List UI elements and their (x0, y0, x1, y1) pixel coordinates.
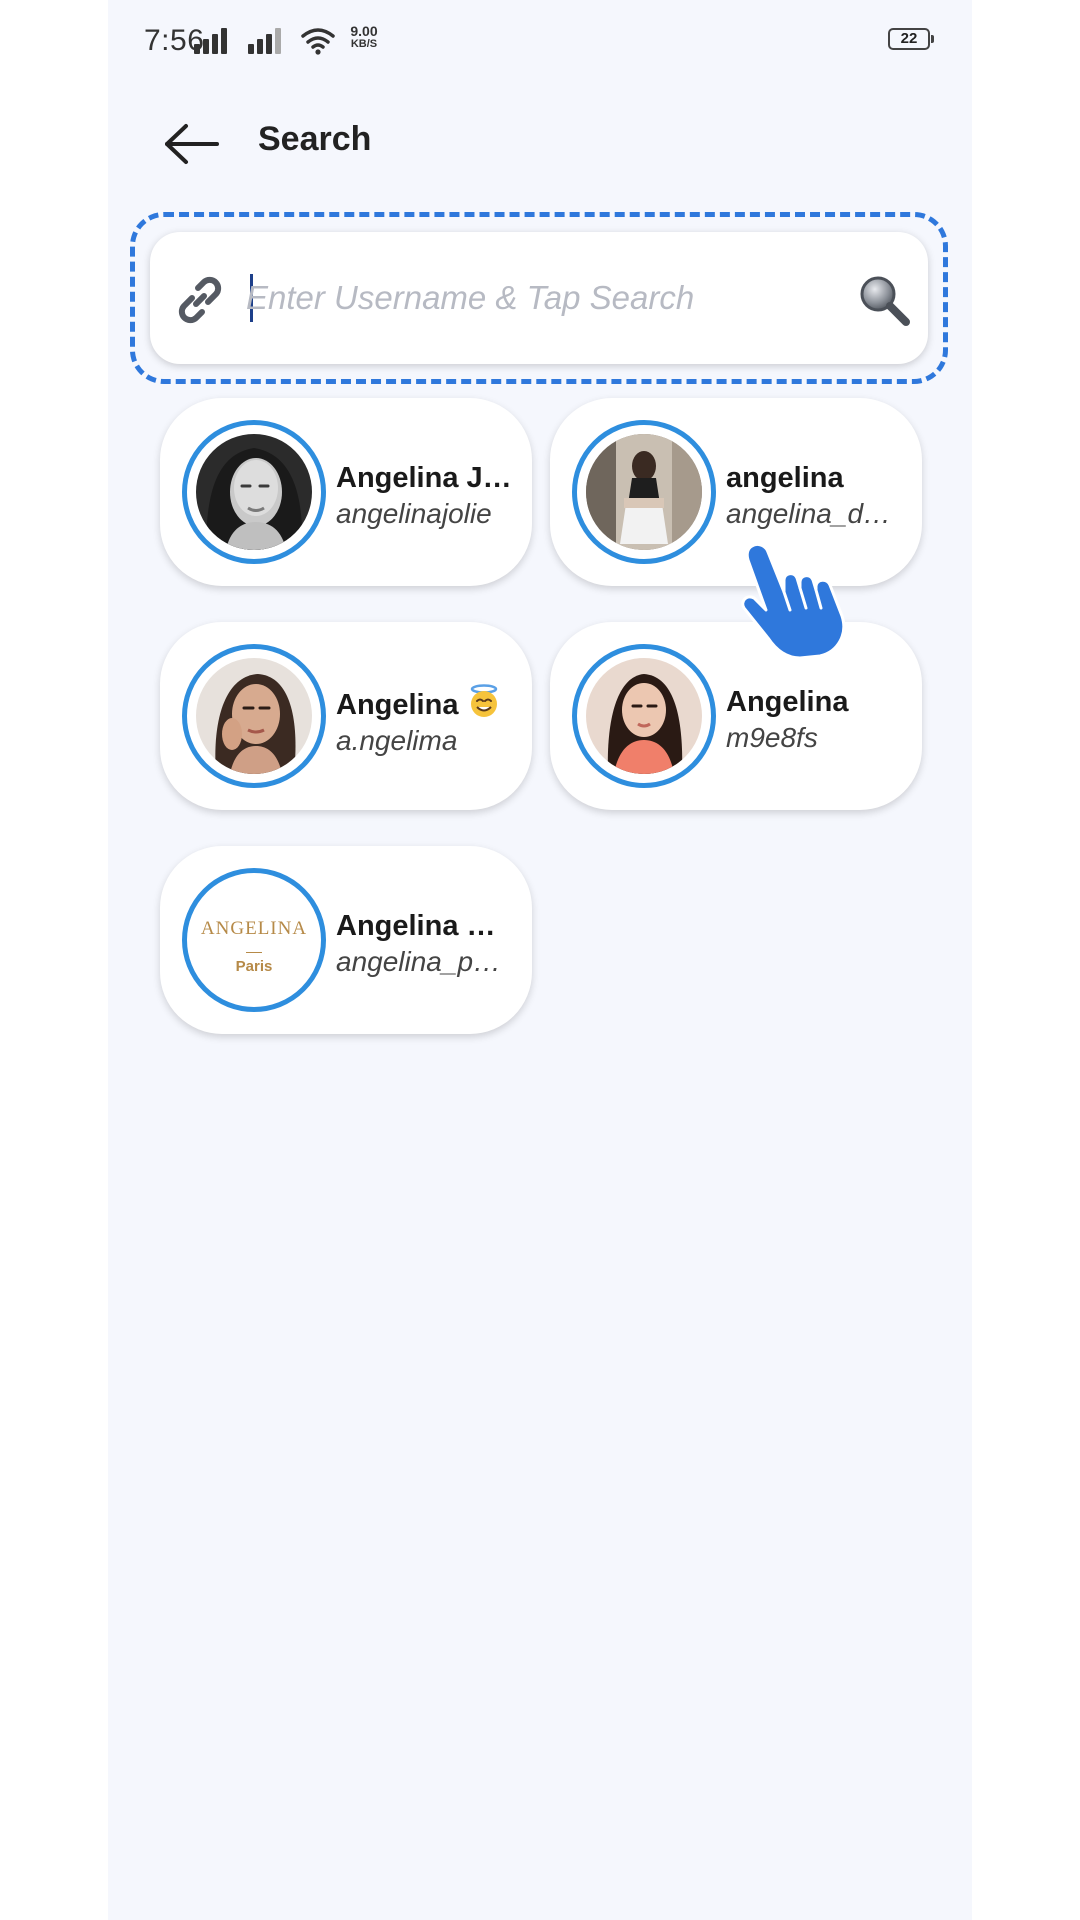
avatar-ring (182, 420, 326, 564)
smiling-face-with-halo-icon (470, 684, 497, 717)
app-screen: 7:56 9.00 KB/S 22 Search Enter Username … (108, 0, 972, 1920)
back-button[interactable] (164, 116, 220, 172)
search-icon (860, 276, 910, 326)
result-handle: a.ngelima (336, 725, 458, 756)
avatar-ring (572, 420, 716, 564)
result-text: Angelina J… angelinajolie (336, 460, 516, 532)
network-speed-unit: KB/S (350, 38, 378, 50)
status-bar: 7:56 9.00 KB/S 22 (108, 0, 972, 84)
logo-text: ANGELINA (200, 918, 308, 939)
page-title: Search (258, 120, 372, 158)
network-speed: 9.00 KB/S (344, 24, 384, 50)
result-card-m9e8fs[interactable]: Angelina m9e8fs (550, 622, 922, 810)
result-card-a-ngelima[interactable]: Angelina a.ngelima (160, 622, 532, 810)
result-text: Angelina a.ngelima (336, 684, 516, 759)
signal-icon (248, 28, 284, 54)
search-box[interactable] (150, 232, 928, 364)
tap-hint-hand-icon (741, 542, 846, 660)
result-handle: angelina_p… (336, 946, 502, 977)
result-text: angelina angelina_d… (726, 460, 906, 532)
avatar-ring: ANGELINA Paris (182, 868, 326, 1012)
avatar (196, 658, 312, 774)
wifi-icon (301, 28, 335, 55)
logo-divider (246, 952, 262, 953)
result-name: Angelina … (336, 910, 496, 942)
network-speed-value: 9.00 (350, 23, 378, 39)
search-input[interactable] (246, 268, 806, 328)
signal-icon (194, 28, 230, 54)
result-name: Angelina (336, 684, 516, 723)
result-name: angelina (726, 462, 844, 494)
logo-subtext: Paris (235, 958, 273, 975)
result-text: Angelina m9e8fs (726, 684, 906, 756)
result-name: Angelina (726, 686, 849, 718)
battery-level: 22 (900, 30, 918, 47)
result-text: Angelina … angelina_p… (336, 908, 516, 980)
link-icon (178, 276, 222, 324)
search-button[interactable] (854, 270, 914, 330)
avatar-logo: ANGELINA Paris (196, 882, 312, 998)
avatar-ring (572, 644, 716, 788)
avatar (586, 658, 702, 774)
result-handle: angelina_d… (726, 498, 892, 529)
result-name: Angelina J… (336, 462, 512, 494)
result-card-angelinajolie[interactable]: Angelina J… angelinajolie (160, 398, 532, 586)
result-card-angelina-p[interactable]: ANGELINA Paris Angelina … angelina_p… (160, 846, 532, 1034)
result-name-text: Angelina (336, 689, 459, 721)
result-handle: m9e8fs (726, 722, 818, 753)
avatar-ring (182, 644, 326, 788)
result-card-angelina-d[interactable]: angelina angelina_d… (550, 398, 922, 586)
arrow-left-icon (165, 124, 219, 164)
battery-icon: 22 (888, 28, 934, 50)
result-handle: angelinajolie (336, 498, 492, 529)
avatar (196, 434, 312, 550)
avatar (586, 434, 702, 550)
